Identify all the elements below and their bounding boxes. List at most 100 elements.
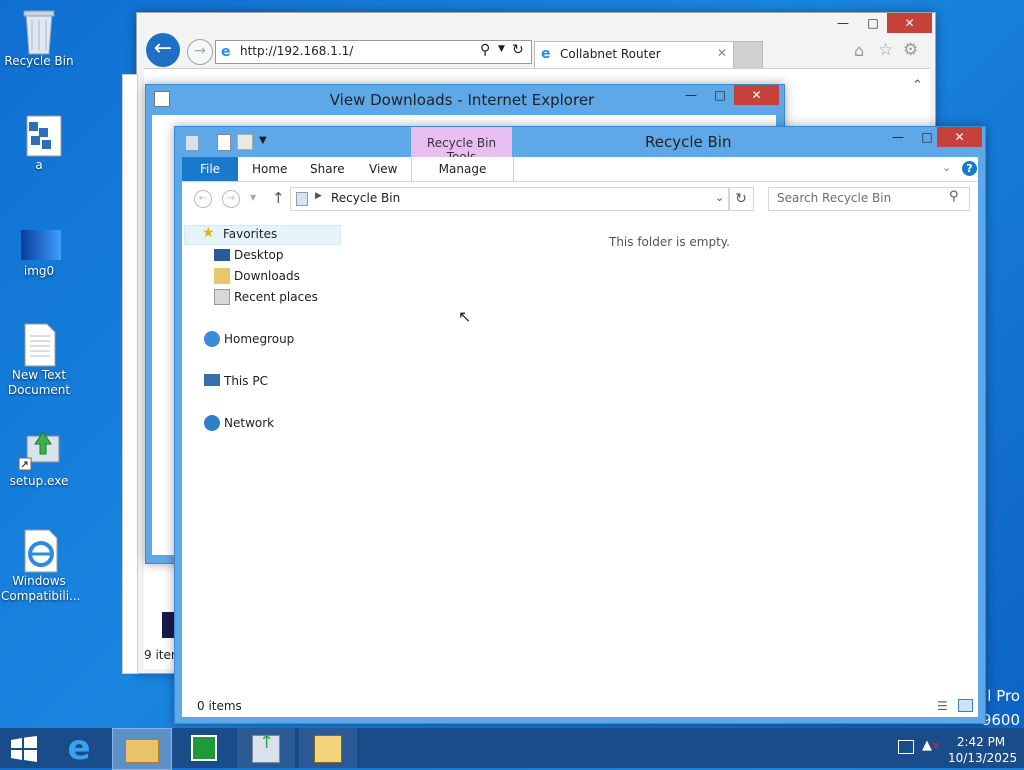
- green-arrow-icon: ↑: [259, 732, 275, 753]
- recycle-bin-icon: [17, 8, 61, 55]
- details-view-icon[interactable]: ☰: [937, 699, 948, 713]
- dropdown-icon[interactable]: ▼: [498, 44, 505, 54]
- taskbar-internet-explorer[interactable]: e: [50, 728, 108, 768]
- desktop-icon-new-text-document[interactable]: New Text Document: [1, 322, 77, 398]
- empty-folder-message: This folder is empty.: [609, 235, 730, 249]
- close-button[interactable]: ✕: [937, 127, 982, 147]
- clock-date: 10/13/2025: [948, 751, 1018, 765]
- desktop-icon-recycle-bin[interactable]: Recycle Bin: [1, 8, 77, 69]
- desktop-icon-label: img0: [23, 264, 55, 278]
- refresh-button[interactable]: ↻: [728, 187, 754, 211]
- ribbon-divider: [182, 181, 978, 182]
- desktop-icon-label: Windows Compatibili...: [1, 574, 81, 603]
- system-clock[interactable]: 2:42 PM 10/13/2025: [948, 734, 1018, 766]
- explorer-window-title: Recycle Bin: [645, 133, 732, 151]
- desktop-icon-a[interactable]: a: [1, 112, 77, 173]
- taskbar-file-explorer[interactable]: [112, 728, 172, 770]
- back-button[interactable]: ←: [146, 33, 180, 67]
- tab-home[interactable]: Home: [252, 162, 287, 176]
- desktop-icon-windows-compatibility[interactable]: Windows Compatibili...: [1, 528, 81, 604]
- recycle-bin-window-icon: [185, 135, 199, 151]
- nav-pane: ★ Favorites Desktop Downloads Recent pla…: [182, 223, 341, 683]
- minimize-button[interactable]: —: [883, 127, 913, 147]
- windows-logo-icon: [11, 736, 37, 762]
- favorites-star-icon[interactable]: ☆: [878, 40, 893, 60]
- properties-quick-icon[interactable]: [217, 134, 231, 151]
- search-input[interactable]: Search Recycle Bin ⚲: [768, 187, 970, 211]
- breadcrumb-bar[interactable]: ▶ Recycle Bin ⌄: [290, 187, 730, 211]
- new-folder-quick-icon[interactable]: [237, 134, 253, 150]
- new-tab-button[interactable]: [733, 41, 763, 69]
- nav-network[interactable]: Network: [204, 414, 274, 432]
- nav-downloads[interactable]: Downloads: [214, 267, 300, 285]
- up-arrow-icon[interactable]: ↑: [272, 189, 285, 207]
- close-button[interactable]: ✕: [887, 13, 932, 33]
- taskbar-store[interactable]: [175, 728, 233, 768]
- nav-forward-button[interactable]: →: [222, 190, 240, 208]
- desktop-icon-img0[interactable]: img0: [1, 228, 77, 279]
- downloads-folder-icon: [214, 268, 230, 284]
- registry-app-icon: [314, 735, 342, 763]
- recent-locations-icon[interactable]: ▼: [250, 193, 256, 202]
- breadcrumb-chevron-icon: ▶: [315, 191, 322, 201]
- recent-places-icon: [214, 289, 230, 305]
- large-icons-view-icon[interactable]: [958, 699, 973, 712]
- taskbar-setup[interactable]: ↑: [237, 728, 295, 768]
- tab-view[interactable]: View: [369, 162, 397, 176]
- breadcrumb[interactable]: Recycle Bin: [331, 191, 400, 205]
- start-button[interactable]: [10, 736, 40, 762]
- taskbar-registry-app[interactable]: [299, 728, 357, 768]
- nav-favorites[interactable]: ★ Favorites: [184, 225, 341, 245]
- home-icon[interactable]: ⌂: [854, 41, 864, 60]
- address-bar[interactable]: e http://192.168.1.1/ ⚲ ▼ ↻: [215, 40, 532, 64]
- tab-home-label: Home: [252, 162, 288, 176]
- tab-collabnet-router[interactable]: e Collabnet Router ✕: [534, 41, 734, 68]
- search-icon[interactable]: ⚲: [480, 42, 490, 58]
- tab-close-icon[interactable]: ✕: [717, 46, 727, 60]
- installer-icon: [17, 428, 61, 472]
- tab-share[interactable]: Share: [310, 162, 345, 176]
- nav-downloads-label: Downloads: [234, 269, 300, 283]
- forward-button[interactable]: →: [187, 39, 213, 65]
- scroll-up-icon[interactable]: ⌃: [912, 78, 923, 93]
- image-file-icon: [17, 228, 61, 262]
- nav-desktop[interactable]: Desktop: [214, 246, 284, 264]
- minimize-button[interactable]: —: [829, 13, 857, 33]
- nav-back-button[interactable]: ←: [194, 190, 212, 208]
- tab-file[interactable]: File: [182, 157, 238, 181]
- nav-this-pc[interactable]: This PC: [204, 372, 268, 390]
- installer-icon: ↑: [252, 732, 280, 763]
- nav-homegroup[interactable]: Homegroup: [204, 330, 294, 348]
- refresh-icon[interactable]: ↻: [512, 42, 524, 58]
- maximize-button[interactable]: □: [859, 13, 887, 33]
- minimize-button[interactable]: —: [676, 85, 706, 105]
- tab-manage-label: Manage: [438, 162, 487, 176]
- computer-icon: [204, 374, 220, 386]
- customize-quick-access-icon[interactable]: ▼: [259, 135, 267, 146]
- tab-file-label: File: [199, 162, 221, 176]
- recycle-bin-explorer-window: ▼ Recycle Bin Tools Recycle Bin — □ ✕ Fi…: [174, 126, 986, 724]
- maximize-button[interactable]: □: [706, 85, 734, 105]
- internet-explorer-icon: [17, 528, 61, 573]
- search-icon[interactable]: ⚲: [949, 189, 959, 204]
- volume-muted-icon[interactable]: ▲✕: [922, 738, 940, 753]
- nav-recent-places[interactable]: Recent places: [214, 288, 318, 306]
- folder-icon: [125, 739, 159, 763]
- watermark-line-1: l Pro: [987, 687, 1020, 705]
- expand-ribbon-icon[interactable]: ⌄: [942, 161, 951, 174]
- tools-gear-icon[interactable]: ⚙: [903, 40, 918, 60]
- help-icon[interactable]: ?: [962, 161, 977, 176]
- text-file-icon: [17, 322, 61, 367]
- ie-tab-icon: e: [541, 46, 551, 62]
- desktop-icon: [214, 249, 230, 261]
- address-dropdown-icon[interactable]: ⌄: [715, 191, 724, 204]
- network-tray-icon[interactable]: [898, 740, 914, 754]
- desktop-icon-label: New Text Document: [7, 368, 71, 397]
- tab-manage[interactable]: Manage: [411, 157, 514, 181]
- desktop-icon-setup-exe[interactable]: setup.exe: [1, 428, 77, 489]
- dark-thumbnail: [162, 612, 174, 638]
- desktop-icon-label: Recycle Bin: [4, 54, 74, 68]
- mouse-cursor-icon: ↖: [458, 307, 472, 326]
- close-button[interactable]: ✕: [734, 85, 779, 105]
- search-placeholder: Search Recycle Bin: [777, 191, 892, 205]
